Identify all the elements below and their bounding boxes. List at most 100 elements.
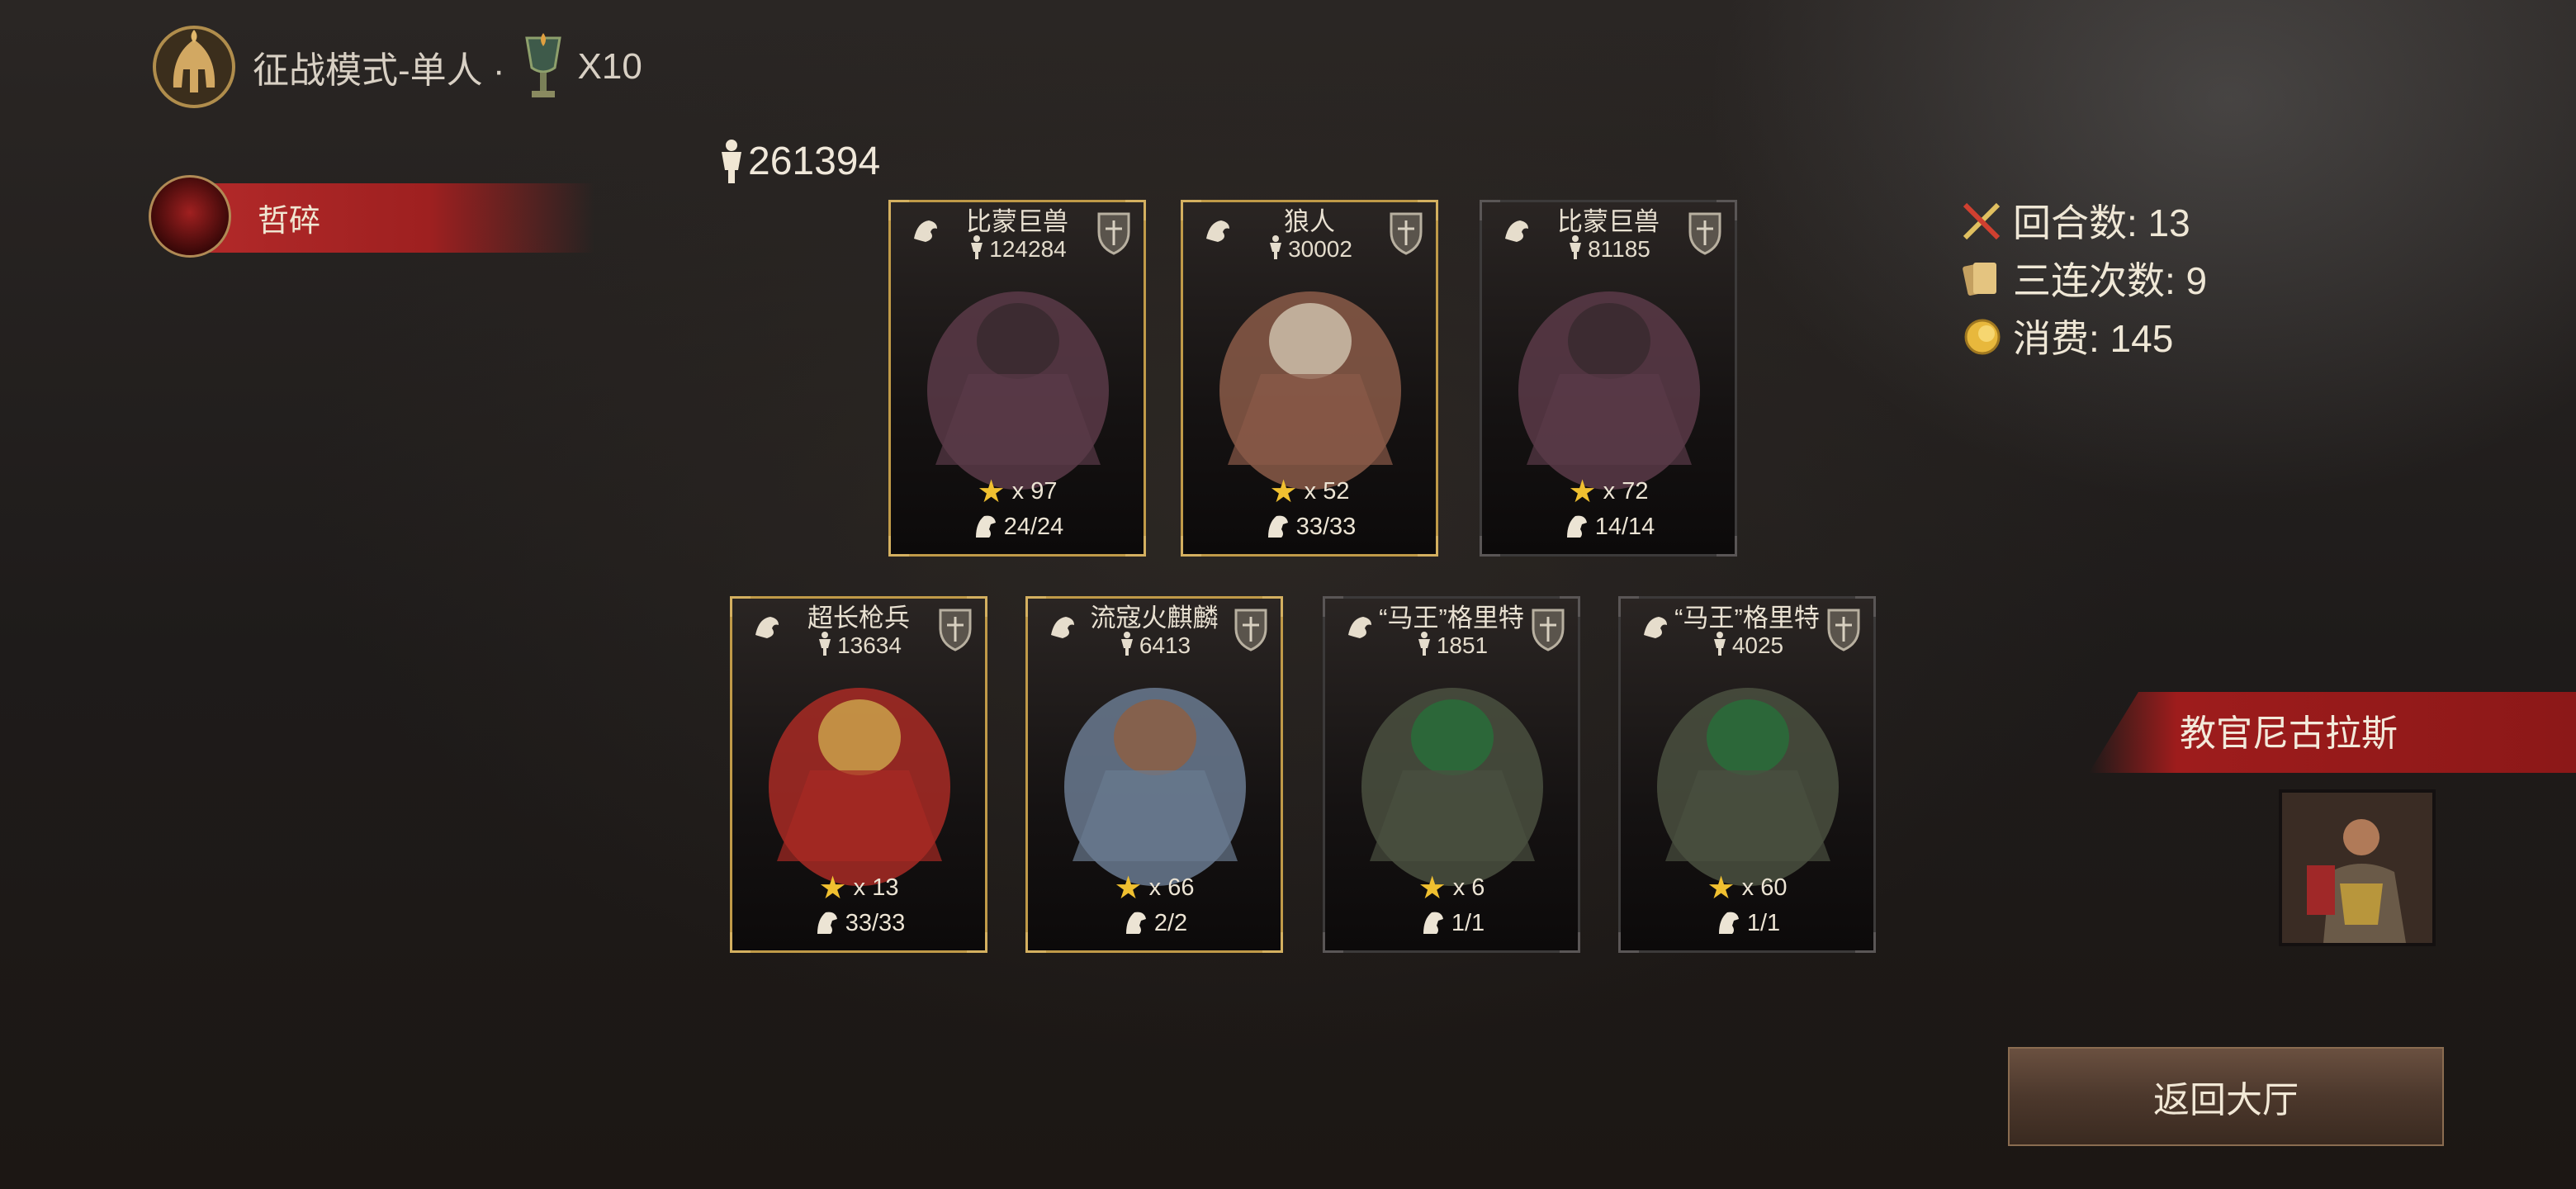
unit-art bbox=[1064, 688, 1246, 886]
card-corner bbox=[1418, 200, 1438, 220]
card-corner bbox=[1262, 596, 1283, 617]
unit-card[interactable]: 比蒙巨兽 124284 ★ x 97 24/24 bbox=[888, 200, 1146, 557]
card-corner bbox=[1618, 596, 1639, 617]
unit-card[interactable]: 流寇火麒麟 6413 ★ x 66 2/2 bbox=[1025, 596, 1283, 953]
cost-label: 消费: 145 bbox=[2013, 317, 2174, 360]
unit-card[interactable]: “马王”格里特 4025 ★ x 60 1/1 bbox=[1618, 596, 1876, 953]
defeat-bar bbox=[182, 183, 594, 253]
crossed-swords-icon bbox=[1963, 202, 2001, 240]
unit-power: 124284 bbox=[891, 234, 1144, 263]
card-corner bbox=[1560, 596, 1580, 617]
unit-troops: 1/1 bbox=[1325, 907, 1578, 937]
star-icon: ★ bbox=[977, 475, 1006, 509]
unit-troops: 24/24 bbox=[891, 511, 1144, 541]
power-icon bbox=[819, 632, 831, 656]
unit-stars-value: x 52 bbox=[1304, 478, 1350, 504]
unit-power: 6413 bbox=[1028, 630, 1281, 659]
unit-art bbox=[769, 688, 950, 886]
unit-power-value: 13634 bbox=[837, 632, 902, 658]
unit-power: 30002 bbox=[1183, 234, 1436, 263]
mentor-name: 教官尼古拉斯 bbox=[2180, 713, 2398, 754]
power-icon bbox=[1120, 632, 1133, 656]
cost-row: 消费: 145 bbox=[1958, 307, 2207, 365]
card-corner bbox=[1025, 932, 1046, 953]
horse-head-icon bbox=[1125, 912, 1146, 934]
card-corner bbox=[1181, 200, 1201, 220]
card-corner bbox=[730, 596, 751, 617]
unit-stars-value: x 66 bbox=[1148, 874, 1195, 901]
unit-power-value: 124284 bbox=[989, 236, 1067, 262]
card-corner bbox=[1855, 596, 1876, 617]
unit-name: “马王”格里特 bbox=[1674, 604, 1820, 632]
card-corner bbox=[1323, 932, 1343, 953]
total-power-value: 261394 bbox=[748, 139, 881, 183]
star-icon: ★ bbox=[1269, 475, 1298, 509]
unit-stars: ★ x 60 bbox=[1621, 869, 1873, 907]
card-corner bbox=[1262, 932, 1283, 953]
multiplier: X10 bbox=[577, 46, 642, 87]
unit-name: “马王”格里特 bbox=[1379, 604, 1524, 632]
total-power: 261394 bbox=[715, 137, 880, 185]
trophy-cup-icon bbox=[524, 33, 561, 97]
unit-troops-value: 33/33 bbox=[1295, 514, 1357, 540]
unit-stars: ★ x 97 bbox=[891, 473, 1144, 510]
unit-card[interactable]: 超长枪兵 13634 ★ x 13 33/33 bbox=[730, 596, 987, 953]
unit-stars-value: x 72 bbox=[1603, 478, 1649, 504]
unit-troops: 33/33 bbox=[732, 907, 985, 937]
card-corner bbox=[888, 536, 909, 557]
unit-art bbox=[1219, 291, 1401, 490]
unit-power-value: 30002 bbox=[1288, 236, 1352, 262]
card-corner bbox=[1480, 536, 1500, 557]
unit-art bbox=[1518, 291, 1700, 490]
unit-card[interactable]: “马王”格里特 1851 ★ x 6 1/1 bbox=[1323, 596, 1580, 953]
unit-card[interactable]: 比蒙巨兽 81185 ★ x 72 14/14 bbox=[1480, 200, 1737, 557]
card-corner bbox=[1181, 536, 1201, 557]
card-corner bbox=[888, 200, 909, 220]
unit-troops-value: 1/1 bbox=[1451, 910, 1485, 936]
unit-art bbox=[1361, 688, 1543, 886]
demon-avatar bbox=[149, 175, 231, 258]
unit-name: 超长枪兵 bbox=[807, 604, 910, 632]
unit-stars-value: x 6 bbox=[1452, 874, 1485, 901]
card-corner bbox=[1717, 200, 1737, 220]
power-icon bbox=[1713, 632, 1726, 656]
coin-icon bbox=[1964, 319, 2001, 355]
mentor-portrait[interactable] bbox=[2279, 789, 2436, 946]
card-corner bbox=[1855, 932, 1876, 953]
unit-troops: 33/33 bbox=[1183, 511, 1436, 541]
mentor-figure bbox=[2282, 793, 2432, 943]
unit-card[interactable]: 狼人 30002 ★ x 52 33/33 bbox=[1181, 200, 1438, 557]
unit-name: 流寇火麒麟 bbox=[1090, 604, 1219, 632]
unit-stars: ★ x 6 bbox=[1325, 869, 1578, 907]
card-corner bbox=[1560, 932, 1580, 953]
horse-head-icon bbox=[817, 912, 837, 934]
unit-name: 比蒙巨兽 bbox=[966, 207, 1068, 236]
spartan-helmet-icon bbox=[153, 26, 235, 108]
return-lobby-label: 返回大厅 bbox=[2153, 1080, 2299, 1120]
triples-label: 三连次数: 9 bbox=[2013, 259, 2208, 302]
unit-stars-value: x 60 bbox=[1741, 874, 1788, 901]
card-corner bbox=[967, 596, 987, 617]
card-corner bbox=[1025, 596, 1046, 617]
card-corner bbox=[967, 932, 987, 953]
star-icon: ★ bbox=[1114, 871, 1143, 906]
unit-power-value: 6413 bbox=[1139, 632, 1191, 658]
return-lobby-button[interactable]: 返回大厅 bbox=[2008, 1047, 2444, 1146]
card-corner bbox=[1418, 536, 1438, 557]
star-icon: ★ bbox=[1418, 871, 1447, 906]
unit-troops: 1/1 bbox=[1621, 907, 1873, 937]
unit-stars: ★ x 72 bbox=[1482, 473, 1735, 510]
defeat-label: 哲碎 bbox=[258, 204, 321, 239]
unit-power-value: 1851 bbox=[1436, 632, 1489, 658]
triples-row: 三连次数: 9 bbox=[1958, 249, 2207, 307]
mode-header: 征战模式-单人 · X10 bbox=[149, 21, 642, 112]
horse-head-icon bbox=[1718, 912, 1739, 934]
unit-stars-value: x 97 bbox=[1011, 478, 1058, 504]
unit-stars: ★ x 66 bbox=[1028, 869, 1281, 907]
power-icon bbox=[1570, 235, 1582, 259]
mode-label: 征战模式-单人 · bbox=[253, 50, 505, 91]
card-corner bbox=[1717, 536, 1737, 557]
star-icon: ★ bbox=[1707, 871, 1735, 906]
unit-power-value: 81185 bbox=[1588, 236, 1650, 262]
unit-power: 1851 bbox=[1325, 630, 1578, 659]
